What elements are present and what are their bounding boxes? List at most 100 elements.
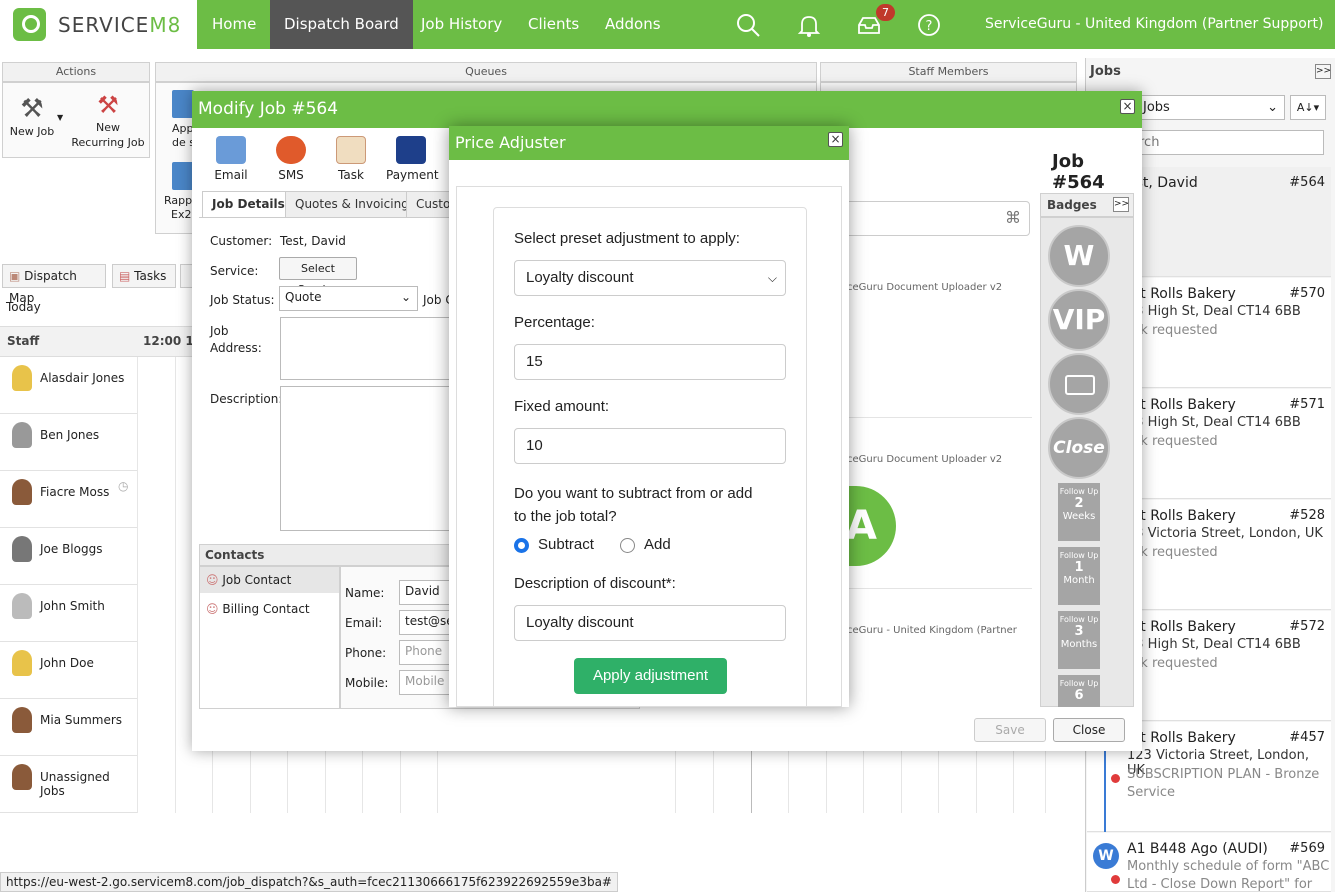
tab-quotes-invoicing[interactable]: Quotes & Invoicing <box>285 191 419 217</box>
dropdown-arrow-icon[interactable]: ▼ <box>57 113 63 122</box>
job-status-select[interactable]: Quote ⌄ <box>279 286 418 311</box>
badge-follow-up-3-months[interactable]: Follow Up 3 Months <box>1058 611 1100 669</box>
bell-icon[interactable] <box>796 12 822 38</box>
job-address: 23 Victoria Street, London, UK <box>1127 526 1323 541</box>
save-button[interactable]: Save <box>974 718 1046 742</box>
staff-row[interactable]: John Smith <box>0 585 137 642</box>
avatar <box>12 707 32 733</box>
search-icon[interactable] <box>735 12 761 38</box>
staff-row[interactable]: Joe Bloggs <box>0 528 137 585</box>
chevron-down-icon: ⌄ <box>400 290 411 304</box>
staff-name: John Doe <box>40 656 94 670</box>
apply-adjustment-button[interactable]: Apply adjustment <box>574 658 727 694</box>
select-service-button[interactable]: Select Service <box>279 257 357 296</box>
today-label: Today <box>6 300 41 314</box>
staff-row[interactable]: Alasdair Jones <box>0 357 137 414</box>
badge-follow-up-6[interactable]: Follow Up 6 <box>1058 675 1100 707</box>
task-button[interactable]: Task <box>326 136 376 182</box>
task-label: Task <box>338 168 364 182</box>
email-button[interactable]: Email <box>206 136 256 182</box>
nav-clients[interactable]: Clients <box>514 0 593 49</box>
description-field[interactable] <box>280 386 450 531</box>
staff-name: Fiacre Moss <box>40 485 110 499</box>
job-description: ork requested <box>1127 545 1218 560</box>
add-radio[interactable] <box>620 538 635 553</box>
price-adjuster-title: Price Adjuster <box>449 126 849 160</box>
jobs-search-input[interactable]: rch <box>1130 130 1324 155</box>
account-menu[interactable]: ServiceGuru - United Kingdom (Partner Su… <box>985 0 1335 80</box>
badge-card[interactable] <box>1048 353 1110 415</box>
job-address-field[interactable] <box>280 317 450 380</box>
tab-tasks-label: Tasks <box>134 269 167 283</box>
jobs-filter-select[interactable]: Jobs ⌄ <box>1130 95 1285 120</box>
feed-item-source: ceGuru - United Kingdom (Partner <box>847 625 1017 636</box>
sort-icon[interactable]: A↓▾ <box>1290 95 1326 120</box>
actions-header: Actions <box>2 62 150 82</box>
tab-dispatch-map[interactable]: ▣ Dispatch Map <box>2 264 106 305</box>
badge-follow-up-2-weeks[interactable]: Follow Up 2 Weeks <box>1058 483 1100 541</box>
tab-job-details[interactable]: Job Details <box>202 191 295 217</box>
staff-name: Ben Jones <box>40 428 100 442</box>
job-number: #570 <box>1289 286 1325 301</box>
staff-row[interactable]: Ben Jones <box>0 414 137 471</box>
close-icon[interactable]: × <box>1120 99 1135 114</box>
percentage-label: Percentage: <box>514 314 595 331</box>
help-icon[interactable]: ? <box>916 12 942 38</box>
job-number: #528 <box>1289 508 1325 523</box>
job-number: #564 <box>1289 175 1325 190</box>
job-number: #572 <box>1289 619 1325 634</box>
phone-label: Phone: <box>345 646 387 660</box>
staff-row[interactable]: Unassigned Jobs <box>0 756 137 813</box>
percentage-input[interactable]: 15 <box>514 344 786 380</box>
tab-tasks[interactable]: ▤ Tasks <box>112 264 176 288</box>
badge-vip[interactable]: VIP <box>1048 289 1110 351</box>
staff-row[interactable]: Fiacre Moss ◷ <box>0 471 137 528</box>
job-list-item[interactable]: A1 B448 Ago (AUDI) #569 Monthly schedule o… <box>1087 833 1331 892</box>
clock-icon: ◷ <box>118 479 129 493</box>
contact-item-job[interactable]: ☺ Job Contact <box>200 567 339 593</box>
new-recurring-job-button[interactable]: ⚒ New Recurring Job <box>70 90 146 150</box>
contact-item-billing[interactable]: ☺ Billing Contact <box>200 596 339 622</box>
nav-home[interactable]: Home <box>198 0 270 49</box>
sms-button[interactable]: SMS <box>266 136 316 182</box>
nav-dispatch-board[interactable]: Dispatch Board <box>270 0 413 49</box>
ribbon-number: 3 <box>1074 624 1084 639</box>
staff-name: John Smith <box>40 599 105 613</box>
staff-row[interactable]: John Doe <box>0 642 137 699</box>
badge-close[interactable]: Close <box>1048 417 1110 479</box>
job-number: #569 <box>1289 841 1325 856</box>
close-button[interactable]: Close <box>1053 718 1125 742</box>
folder-icon[interactable] <box>172 162 194 190</box>
note-input[interactable]: ⌘ <box>832 201 1030 236</box>
tasks-icon: ▤ <box>119 269 131 283</box>
collapse-icon[interactable]: >> <box>1113 197 1129 212</box>
avatar <box>12 422 32 448</box>
preset-value: Loyalty discount <box>526 269 634 286</box>
payment-button[interactable]: Payment <box>386 136 439 182</box>
subtract-radio[interactable] <box>514 538 529 553</box>
email-label: Email: <box>345 616 383 630</box>
status-dot <box>1111 774 1120 783</box>
new-job-button[interactable]: ⚒ New Job <box>6 94 58 139</box>
status-dot <box>1111 875 1120 884</box>
folder-icon[interactable] <box>172 90 194 118</box>
job-description: ork requested <box>1127 656 1218 671</box>
nav-job-history[interactable]: Job History <box>407 0 516 49</box>
badge-w[interactable]: W <box>1048 225 1110 287</box>
account-name: ServiceGuru - United Kingdom (Partner Su… <box>985 16 1324 32</box>
fixed-amount-label: Fixed amount: <box>514 398 610 415</box>
fixed-amount-input[interactable]: 10 <box>514 428 786 464</box>
ribbon-label: Follow Up <box>1059 487 1099 496</box>
badge-follow-up-1-month[interactable]: Follow Up 1 Month <box>1058 547 1100 605</box>
job-title: oft Rolls Bakery <box>1127 286 1236 302</box>
discount-description-input[interactable]: Loyalty discount <box>514 605 786 641</box>
close-icon[interactable]: × <box>828 132 843 147</box>
logo[interactable]: SERVICEM8 <box>0 0 197 49</box>
paperclip-icon: ⌘ <box>1005 208 1021 227</box>
job-title: oft Rolls Bakery <box>1127 397 1236 413</box>
nav-addons[interactable]: Addons <box>591 0 675 49</box>
staff-row[interactable]: Mia Summers <box>0 699 137 756</box>
collapse-icon[interactable]: >> <box>1315 64 1331 79</box>
preset-select[interactable]: Loyalty discount ⌵ <box>514 260 786 296</box>
tab-custom[interactable]: Custon <box>406 191 450 217</box>
